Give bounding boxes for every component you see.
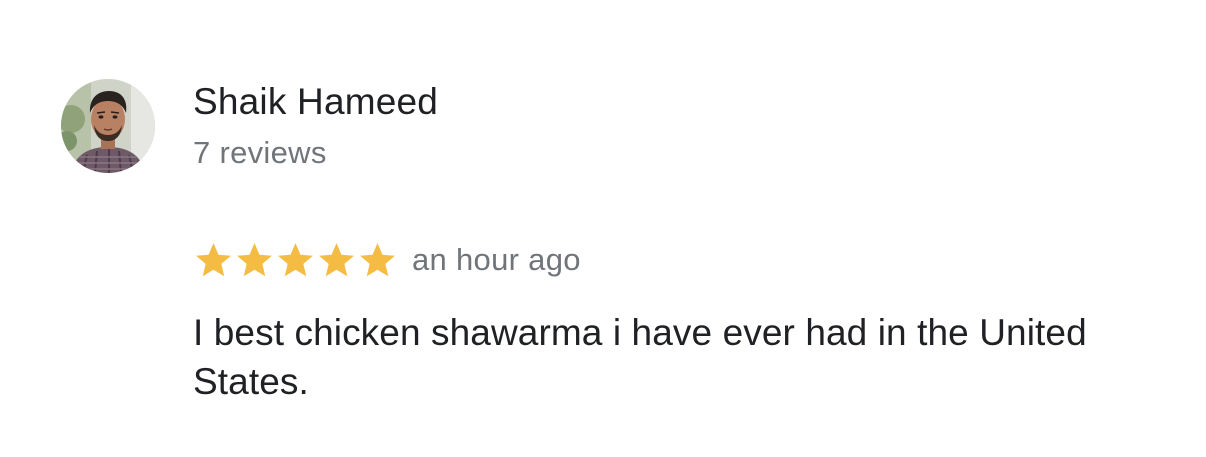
reviewer-name[interactable]: Shaik Hameed [193, 80, 438, 124]
star-icon [357, 240, 398, 281]
avatar-photo [61, 79, 155, 173]
star-rating [193, 240, 398, 281]
star-icon [193, 240, 234, 281]
review-text: I best chicken shawarma i have ever had … [193, 312, 1087, 402]
star-icon [316, 240, 357, 281]
star-icon [234, 240, 275, 281]
review-card: Shaik Hameed 7 reviews an hour ago I bes… [0, 0, 1206, 457]
reviewer-review-count[interactable]: 7 reviews [193, 134, 327, 172]
rating-row: an hour ago [193, 238, 581, 282]
star-icon [275, 240, 316, 281]
review-time: an hour ago [412, 242, 581, 277]
avatar[interactable] [61, 79, 155, 173]
